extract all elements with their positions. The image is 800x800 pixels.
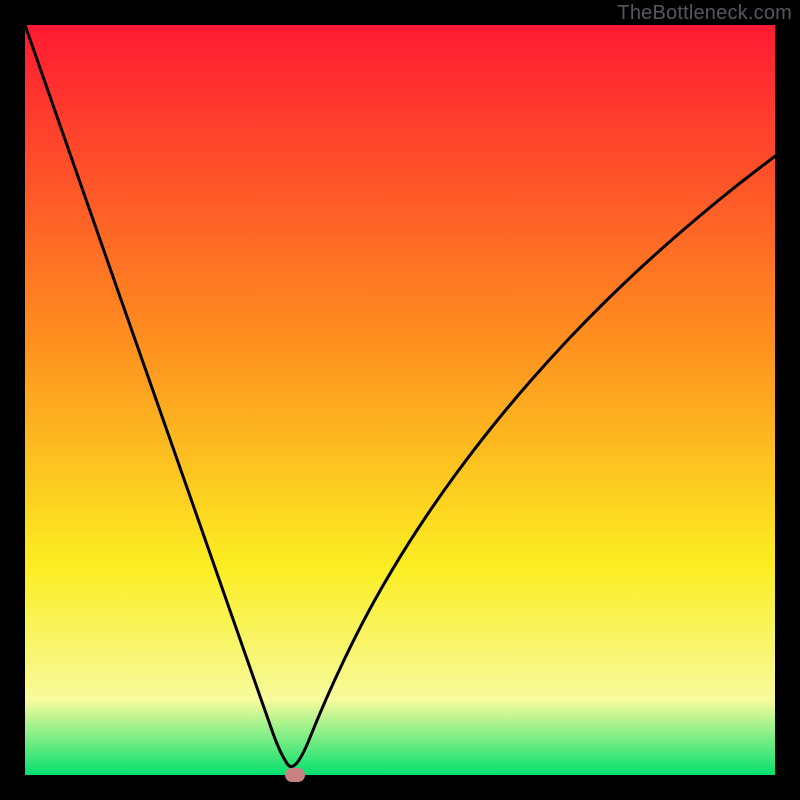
gradient-background [25,25,775,775]
plot-area [25,25,775,775]
chart-frame: TheBottleneck.com [0,0,800,800]
watermark-text: TheBottleneck.com [617,2,792,25]
optimal-point-marker [285,768,305,782]
